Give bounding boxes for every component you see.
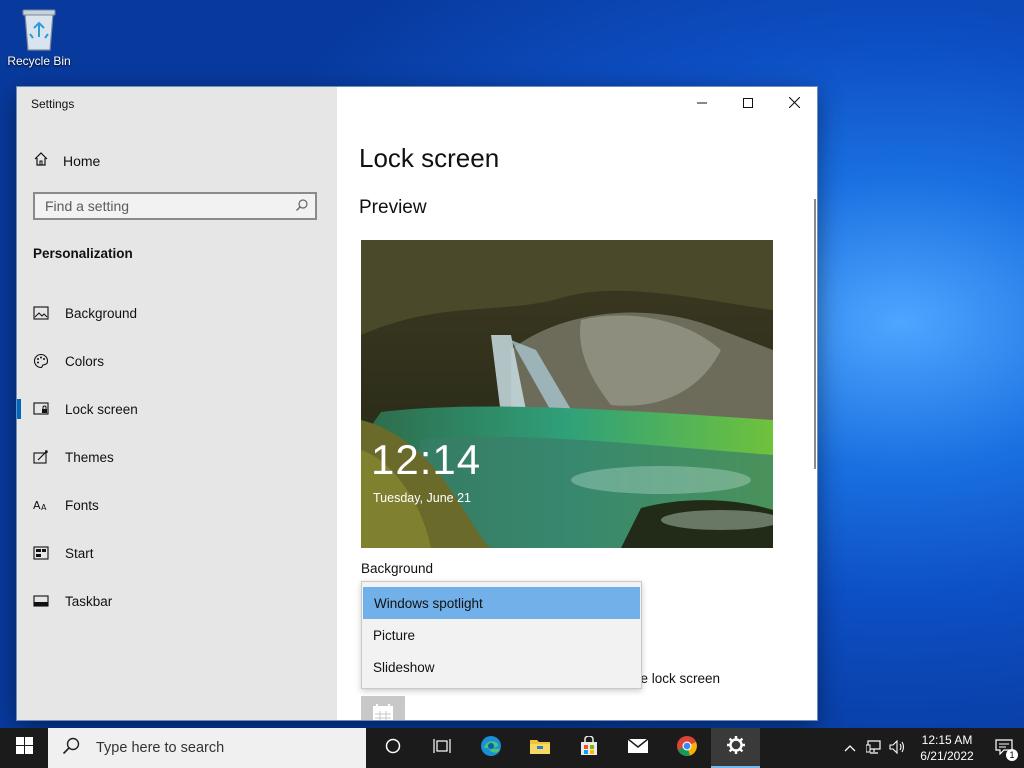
taskbar-clock[interactable]: 12:15 AM 6/21/2022 [910,732,984,764]
background-dropdown-list[interactable]: Windows spotlight Picture Slideshow [361,581,642,689]
lock-screen-icon [33,401,49,417]
taskbar-search-box[interactable] [48,728,366,768]
recycle-bin-icon [19,6,59,52]
recycle-bin-label: Recycle Bin [7,54,71,68]
settings-sidebar: Settings Home Personalization Background… [17,87,337,720]
preview-date: Tuesday, June 21 [373,491,471,505]
store-icon [579,734,599,761]
dropdown-option-slideshow[interactable]: Slideshow [362,651,641,683]
sidebar-item-background[interactable]: Background [17,289,337,337]
sidebar-item-lock-screen[interactable]: Lock screen [17,385,337,433]
task-view-icon [432,738,451,759]
taskbar-search-input[interactable] [94,739,348,757]
sidebar-item-label: Background [65,305,138,321]
taskbar: 12:15 AM 6/21/2022 1 [0,728,1024,768]
home-nav[interactable]: Home [33,151,100,170]
personalization-nav: Background Colors Lock screen Themes AA … [17,289,337,625]
chevron-up-icon [844,741,856,755]
sidebar-item-start[interactable]: Start [17,529,337,577]
volume-button[interactable] [886,728,910,768]
dropdown-option-picture[interactable]: Picture [362,619,641,651]
settings-search-input[interactable] [35,194,285,218]
system-tray: 12:15 AM 6/21/2022 1 [838,728,1024,768]
picture-icon [33,305,49,321]
palette-icon [33,353,49,369]
lock-screen-option-text: he lock screen [633,671,721,686]
clock-time: 12:15 AM [921,733,973,747]
cortana-button[interactable] [368,728,417,768]
window-title: Settings [31,97,75,111]
edge-icon [480,735,502,762]
sidebar-item-colors[interactable]: Colors [17,337,337,385]
sidebar-item-label: Lock screen [65,401,138,417]
svg-text:A: A [41,503,47,512]
store-button[interactable] [564,728,613,768]
fonts-icon: AA [33,497,49,513]
task-view-button[interactable] [417,728,466,768]
start-icon [33,545,49,561]
calendar-icon [373,704,393,720]
sidebar-item-label: Taskbar [65,593,113,609]
start-button[interactable] [0,728,48,768]
sidebar-item-themes[interactable]: Themes [17,433,337,481]
sidebar-item-fonts[interactable]: AA Fonts [17,481,337,529]
volume-icon [889,739,907,757]
file-explorer-icon [529,737,551,760]
search-icon[interactable] [295,198,309,217]
sidebar-item-label: Fonts [65,497,99,513]
lock-screen-preview: 12:14 Tuesday, June 21 [361,240,773,548]
page-title: Lock screen [359,143,500,173]
settings-content: Lock screen Preview 12:14 Tuesday, June … [337,87,817,720]
action-center-button[interactable]: 1 [984,728,1024,768]
taskbar-icon [33,593,49,609]
dropdown-option-windows-spotlight[interactable]: Windows spotlight [363,587,640,619]
svg-text:A: A [33,499,41,512]
themes-icon [33,449,49,465]
notification-count-badge: 1 [1006,749,1018,761]
home-label: Home [63,152,101,169]
settings-search-box[interactable] [33,192,317,220]
cortana-icon [385,738,401,759]
preview-heading: Preview [359,197,427,218]
home-icon [33,151,49,170]
sidebar-item-label: Start [65,545,94,561]
chrome-button[interactable] [662,728,711,768]
settings-window: Settings Home Personalization Background… [17,87,817,720]
show-hidden-icons-button[interactable] [838,728,862,768]
windows-logo-icon [15,737,33,759]
mail-icon [627,737,649,759]
content-scrollbar[interactable] [814,199,816,469]
network-button[interactable] [862,728,886,768]
sidebar-item-label: Themes [65,449,114,465]
taskbar-apps [368,728,760,768]
settings-icon [726,735,746,760]
section-title: Personalization [33,246,133,261]
edge-button[interactable] [466,728,515,768]
search-icon [62,737,80,760]
clock-date: 6/21/2022 [920,749,974,763]
sidebar-item-label: Colors [65,353,105,369]
network-icon [865,739,882,757]
file-explorer-button[interactable] [515,728,564,768]
chrome-icon [676,735,698,762]
background-label: Background [361,561,434,576]
preview-time: 12:14 [371,436,482,483]
mail-button[interactable] [613,728,662,768]
sidebar-item-taskbar[interactable]: Taskbar [17,577,337,625]
app-tile-button[interactable] [361,696,405,720]
recycle-bin-shortcut[interactable]: Recycle Bin [6,6,72,68]
settings-taskbar-button[interactable] [711,728,760,768]
